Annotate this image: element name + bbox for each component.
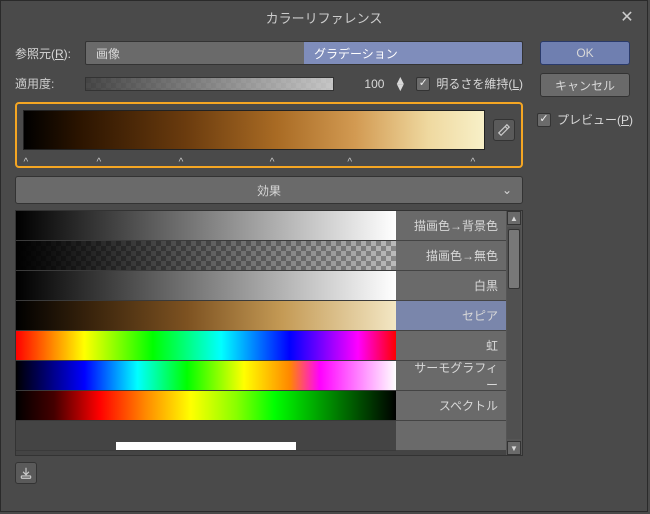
brightness-checkbox[interactable]: 明るさを維持(L) [416,75,523,92]
preset-item[interactable]: サーモグラフィー [16,361,506,391]
source-tabs: 画像 グラデーション [85,41,523,65]
preview-checkbox[interactable]: プレビュー(P) [537,111,633,128]
preset-swatch [16,421,396,451]
preset-swatch [16,301,396,331]
scroll-down-icon[interactable]: ▼ [507,441,521,455]
scroll-up-icon[interactable]: ▲ [507,211,521,225]
preset-name: 描画色→無色 [396,241,506,271]
preset-item[interactable]: スペクトル [16,391,506,421]
apply-label: 適用度: [15,75,75,92]
apply-value[interactable]: 100 [342,77,386,91]
check-icon [416,77,430,91]
export-button[interactable] [15,462,37,484]
preset-name: 虹 [396,331,506,361]
preset-name: 描画色→背景色 [396,211,506,241]
preset-swatch [16,361,396,391]
apply-slider[interactable] [85,77,334,91]
scrollbar[interactable]: ▲ ▼ [506,211,522,455]
preset-swatch [16,211,396,241]
gradient-stop-handle[interactable]: ^ [270,157,278,165]
gradient-stop-handle[interactable]: ^ [24,157,32,165]
preset-item[interactable]: 描画色→無色 [16,241,506,271]
preset-name: 白黒 [396,271,506,301]
chevron-down-icon: ⌄ [502,183,512,197]
check-icon [537,113,551,127]
gradient-stop-handle[interactable]: ^ [97,157,105,165]
preset-name: サーモグラフィー [396,361,506,391]
preset-item[interactable]: 描画色→背景色 [16,211,506,241]
apply-stepper[interactable]: ▲▼ [394,77,406,91]
preset-name: スペクトル [396,391,506,421]
scrollbar-thumb[interactable] [508,229,520,289]
preset-swatch [16,241,396,271]
effect-dropdown[interactable]: 効果 ⌄ [15,176,523,204]
preset-item[interactable]: セピア [16,301,506,331]
source-label: 参照元(R): [15,45,75,62]
cancel-button[interactable]: キャンセル [540,73,630,97]
titlebar: カラーリファレンス ✕ [1,1,647,33]
edit-gradient-button[interactable] [493,119,515,141]
color-reference-dialog: カラーリファレンス ✕ 参照元(R): 画像 グラデーション 適用度: 100 … [0,0,648,512]
gradient-bar[interactable] [23,110,485,150]
ok-button[interactable]: OK [540,41,630,65]
gradient-stop-handle[interactable]: ^ [470,157,478,165]
tab-image[interactable]: 画像 [86,42,304,64]
gradient-preview-box: ^ ^ ^ ^ ^ ^ [15,102,523,168]
preset-swatch [16,391,396,421]
preset-name: セピア [396,301,506,331]
dialog-title: カラーリファレンス [266,8,383,27]
preset-item[interactable]: 白黒 [16,271,506,301]
tab-gradient[interactable]: グラデーション [304,42,522,64]
preset-item[interactable] [16,421,506,451]
gradient-stop-handle[interactable]: ^ [179,157,187,165]
preset-name [396,421,506,451]
gradient-stop-handle[interactable]: ^ [347,157,355,165]
preset-swatch [16,271,396,301]
preset-swatch [16,331,396,361]
preset-item[interactable]: 虹 [16,331,506,361]
preset-listbox: 描画色→背景色描画色→無色白黒セピア虹サーモグラフィースペクトル ▲ ▼ [15,210,523,456]
close-button[interactable]: ✕ [617,7,637,27]
